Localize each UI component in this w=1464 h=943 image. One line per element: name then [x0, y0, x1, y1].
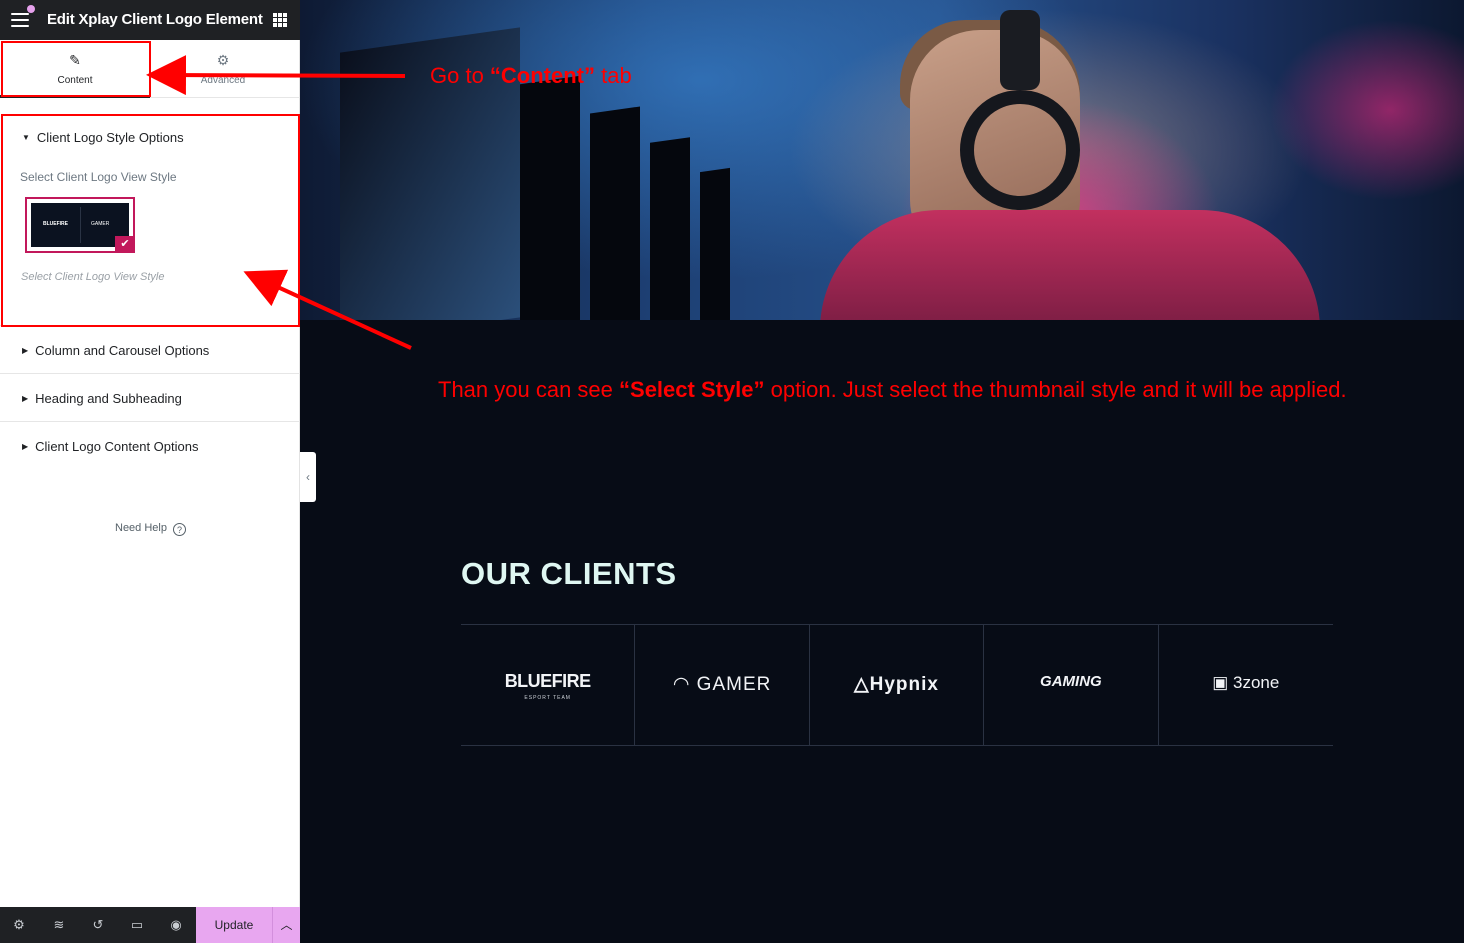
layers-icon[interactable]: ≋ [51, 917, 67, 933]
client-logo-gaming: GAMING [984, 625, 1159, 745]
preview-eye-icon[interactable]: ◉ [168, 917, 184, 933]
headset-icon: ◠ [672, 674, 697, 695]
caret-right-icon: ▶ [22, 394, 29, 403]
annotation-content-tab: Go to “Content” tab [430, 63, 632, 88]
style-control-help: Select Client Logo View Style [21, 271, 165, 283]
caret-right-icon: ▶ [22, 442, 29, 451]
chevron-up-icon[interactable]: ︿ [272, 907, 300, 943]
tab-content[interactable]: ✎ Content [0, 40, 150, 98]
section-column-carousel[interactable]: ▶ Column and Carousel Options [0, 326, 300, 374]
panel-title: Edit Xplay Client Logo Element [47, 11, 263, 28]
client-logo-bluefire: BLUEFIRE ESPORT TEAM [461, 625, 636, 745]
settings-icon[interactable]: ⚙ [11, 917, 27, 933]
checkmark-icon: ✔ [115, 236, 135, 253]
pencil-icon: ✎ [69, 52, 81, 68]
annotation-select-style: Than you can see “Select Style” option. … [438, 377, 1347, 402]
caret-right-icon: ▶ [22, 346, 29, 355]
robot-icon: ▣ [1212, 673, 1233, 692]
client-logo-3zone: ▣ 3zone [1212, 673, 1280, 692]
tab-advanced[interactable]: ⚙ Advanced [148, 40, 298, 97]
style-control-label: Select Client Logo View Style [20, 170, 177, 184]
history-icon[interactable]: ↺ [90, 917, 106, 933]
editor-footer: ⚙ ≋ ↺ ▭ ◉ Update ︿ [0, 907, 300, 943]
section-toggle-style[interactable]: ▼ Client Logo Style Options [22, 130, 184, 145]
hero-image [300, 0, 1464, 320]
editor-header: Edit Xplay Client Logo Element [0, 0, 300, 40]
notification-dot [27, 5, 35, 13]
panel-tabs: ✎ Content ⚙ Advanced [0, 40, 300, 98]
responsive-icon[interactable]: ▭ [129, 917, 145, 933]
style-thumbnail-selected[interactable]: BLUEFIRE GAMER ✔ [25, 197, 135, 253]
update-button[interactable]: Update [196, 907, 272, 943]
menu-icon[interactable] [11, 13, 29, 27]
widgets-grid-icon[interactable] [273, 13, 287, 27]
section-heading-subheading[interactable]: ▶ Heading and Subheading [0, 374, 300, 422]
gear-icon: ⚙ [216, 52, 230, 68]
screen: Go to “Content” tab Than you can see “Se… [0, 0, 1464, 943]
collapse-panel-button[interactable]: ‹ [300, 452, 316, 502]
help-icon: ? [172, 523, 186, 536]
caret-down-icon: ▼ [22, 133, 30, 142]
section-logo-content[interactable]: ▶ Client Logo Content Options [0, 422, 300, 462]
triangle-icon: △ [853, 674, 870, 695]
client-logo-row: BLUEFIRE ESPORT TEAM ◠ GAMER △Hypnix GAM… [461, 624, 1333, 746]
client-logo-hypnix: △Hypnix [810, 625, 985, 745]
need-help-link[interactable]: Need Help? [115, 522, 186, 536]
editor-panel: Edit Xplay Client Logo Element ✎ Content… [0, 0, 300, 943]
client-logo-gamer: ◠ GAMER [635, 625, 810, 745]
clients-heading: OUR CLIENTS [461, 556, 677, 591]
